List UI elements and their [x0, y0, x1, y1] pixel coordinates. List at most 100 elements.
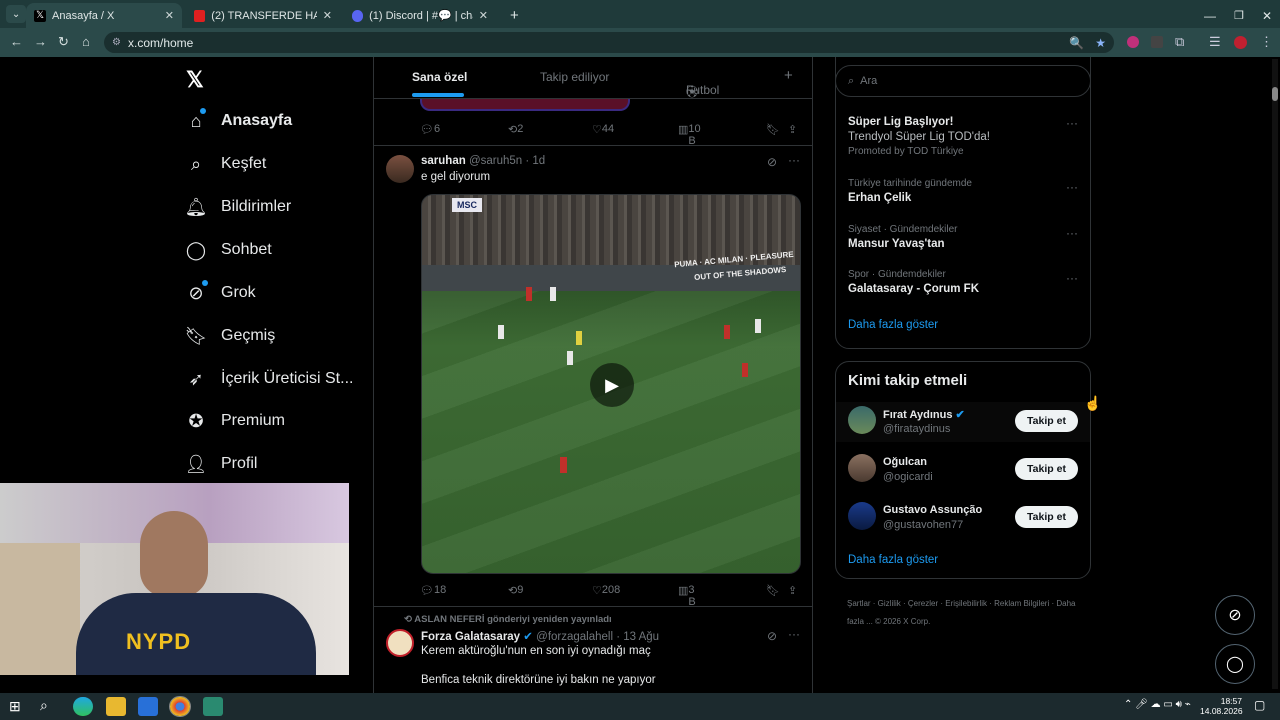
tab-x-home[interactable]: 𝕏 Anasayfa / X ✕ [26, 3, 182, 28]
sidebar-item-bookmarks[interactable]: 🔖︎ Geçmiş [185, 325, 276, 347]
sidebar-item-profile[interactable]: 👤︎ Profil [185, 453, 258, 475]
views-button[interactable]: ▥ 10 B [678, 123, 701, 147]
tray-icons[interactable]: ⌃ 🎤︎ ☁ ▭ 🔊︎ ⌁ [1124, 699, 1191, 710]
views-button[interactable]: ▥ 3 B [678, 584, 696, 608]
sidebar-item-creator-studio[interactable]: ➶ İçerik Üreticisi St... [185, 368, 353, 390]
more-icon[interactable]: ··· [788, 153, 800, 167]
repost-button[interactable]: ⟲ 9 [508, 584, 523, 597]
notifications-icon[interactable]: ▢ [1254, 698, 1265, 712]
forward-icon[interactable]: → [34, 34, 47, 49]
sidebar-item-chat[interactable]: ◯ Sohbet [185, 239, 272, 261]
bookmark-icon[interactable]: 🔖︎ [766, 584, 780, 597]
follow-button[interactable]: Takip et [1015, 410, 1078, 432]
search-icon[interactable]: ⌕ [40, 697, 48, 714]
trend-item[interactable]: Türkiye tarihinde gündemde Erhan Çelik [848, 178, 972, 204]
more-icon[interactable]: ··· [1066, 271, 1078, 285]
who-to-follow-item[interactable]: Oğulcan @ogicardi Takip et [836, 450, 1090, 490]
restore-icon[interactable]: ❐ [1226, 3, 1252, 28]
grok-icon[interactable]: ⊘ [767, 629, 777, 643]
bookmark-star-icon[interactable]: ★ [1095, 36, 1106, 50]
author-name[interactable]: Forza Galatasaray [421, 631, 520, 643]
zoom-icon[interactable]: 🔍 [1069, 36, 1084, 50]
scrollbar[interactable] [1272, 59, 1278, 689]
close-tab-icon[interactable]: ✕ [165, 9, 174, 22]
x-logo-icon[interactable]: 𝕏 [186, 67, 204, 93]
footer-link[interactable]: Gizlilik [878, 599, 901, 608]
extensions-puzzle-icon[interactable]: ⧉ [1175, 34, 1184, 50]
site-info-icon[interactable]: ⚙ [112, 37, 121, 48]
sidebar-item-notifications[interactable]: 🔔︎ Bildirimler [185, 196, 292, 218]
clock[interactable]: 18:57 14.08.2026 [1200, 696, 1243, 716]
profile-avatar-icon[interactable] [1234, 36, 1247, 49]
sidebar-item-premium[interactable]: ✪ Premium [185, 410, 285, 432]
who-to-follow-item[interactable]: Gustavo Assunção @gustavohen77 Takip et [836, 498, 1090, 538]
reload-icon[interactable]: ↻ [58, 34, 69, 50]
extension-icon[interactable] [1127, 36, 1139, 48]
messages-float-button[interactable]: ◯ [1215, 644, 1255, 684]
back-icon[interactable]: ← [10, 34, 23, 49]
footer-link[interactable]: Erişilebilirlik [945, 599, 987, 608]
avatar[interactable] [386, 629, 414, 657]
close-window-icon[interactable]: ✕ [1254, 3, 1280, 28]
sidebar-item-grok[interactable]: ⊘ Grok [185, 280, 256, 304]
tab-for-you[interactable]: Sana özel [412, 70, 467, 84]
home-icon[interactable]: ⌂ [82, 34, 90, 49]
follow-button[interactable]: Takip et [1015, 458, 1078, 480]
extension-icon[interactable] [1151, 36, 1163, 48]
new-tab-button[interactable]: + [502, 3, 527, 28]
close-tab-icon[interactable]: ✕ [479, 9, 488, 22]
more-icon[interactable]: ··· [1066, 180, 1078, 194]
author-name[interactable]: saruhan [421, 155, 466, 167]
tab-discord[interactable]: (1) Discord | #💬 | chat | CENK ✕ [344, 3, 496, 28]
bookmark-icon[interactable]: 🔖︎ [766, 123, 780, 136]
trend-item[interactable]: Süper Lig Başlıyor! Trendyol Süper Lig T… [848, 116, 990, 157]
chrome-icon[interactable] [169, 696, 191, 717]
show-more-link[interactable]: Daha fazla göster [848, 319, 938, 331]
post-text: Kerem aktüroğlu'nun en son iyi oynadığı … [421, 645, 651, 657]
show-more-link[interactable]: Daha fazla göster [848, 554, 938, 566]
scrollbar-thumb[interactable] [1272, 87, 1278, 101]
like-button[interactable]: ♡ 208 [592, 584, 620, 597]
avatar[interactable] [386, 155, 414, 183]
tab-following[interactable]: Takip ediliyor [540, 70, 609, 84]
share-icon[interactable]: ⇪ [788, 584, 797, 597]
trend-item[interactable]: Spor · Gündemdekiler Galatasaray - Çorum … [848, 269, 979, 295]
grok-icon[interactable]: ⊘ [767, 155, 777, 169]
tab-search-button[interactable]: ⌄ [6, 5, 26, 23]
footer-link[interactable]: Reklam Bilgileri [994, 599, 1049, 608]
post-video[interactable]: MSC PUMA · AC MILAN · PLEASURE OUT OF TH… [421, 194, 801, 574]
author-handle[interactable]: @forzagalahell · 13 Ağu [536, 631, 659, 643]
sidebar-item-home[interactable]: ⌂ Anasayfa [185, 108, 292, 132]
author-handle[interactable]: @saruh5n · 1d [469, 155, 545, 167]
reply-button[interactable]: 💬︎ 6 [420, 123, 440, 136]
who-to-follow-item[interactable]: Fırat Aydınus ✔ @firataydinus Takip et [836, 402, 1090, 442]
play-button[interactable]: ▶ [590, 363, 634, 407]
footer-link[interactable]: Şartlar [847, 599, 871, 608]
footer-link[interactable]: Çerezler [908, 599, 938, 608]
edge-icon[interactable] [73, 697, 93, 716]
grok-float-button[interactable]: ⊘ [1215, 595, 1255, 635]
url-field[interactable]: ⚙ x.com/home 🔍 ★ [104, 32, 1114, 53]
media-controls-icon[interactable]: ☰ [1209, 34, 1221, 50]
share-icon[interactable]: ⇪ [788, 123, 797, 136]
close-tab-icon[interactable]: ✕ [323, 9, 332, 22]
avatar [848, 502, 876, 530]
minimize-icon[interactable]: — [1196, 3, 1224, 28]
reply-button[interactable]: 💬︎ 18 [420, 584, 446, 597]
tab-youtube[interactable]: (2) TRANSFERDE HAREKETLİ HA ✕ [186, 3, 340, 28]
repost-note-text[interactable]: ASLAN NEFERİ gönderiyi yeniden yayınladı [414, 614, 611, 625]
menu-kebab-icon[interactable]: ⋮ [1260, 34, 1273, 50]
mail-icon[interactable] [138, 697, 158, 716]
sidebar-item-explore[interactable]: ⌕ Keşfet [185, 153, 266, 175]
windows-start-icon[interactable]: ⊞ [9, 698, 21, 715]
more-icon[interactable]: ··· [1066, 226, 1078, 240]
follow-button[interactable]: Takip et [1015, 506, 1078, 528]
more-icon[interactable]: ··· [788, 627, 800, 641]
repost-button[interactable]: ⟲ 2 [508, 123, 523, 136]
file-explorer-icon[interactable] [106, 697, 126, 716]
trend-item[interactable]: Siyaset · Gündemdekiler Mansur Yavaş'tan [848, 224, 958, 250]
like-button[interactable]: ♡ 44 [592, 123, 614, 136]
add-tab-icon[interactable]: + [784, 67, 793, 84]
more-icon[interactable]: ··· [1066, 116, 1078, 130]
app-icon[interactable] [203, 697, 223, 716]
